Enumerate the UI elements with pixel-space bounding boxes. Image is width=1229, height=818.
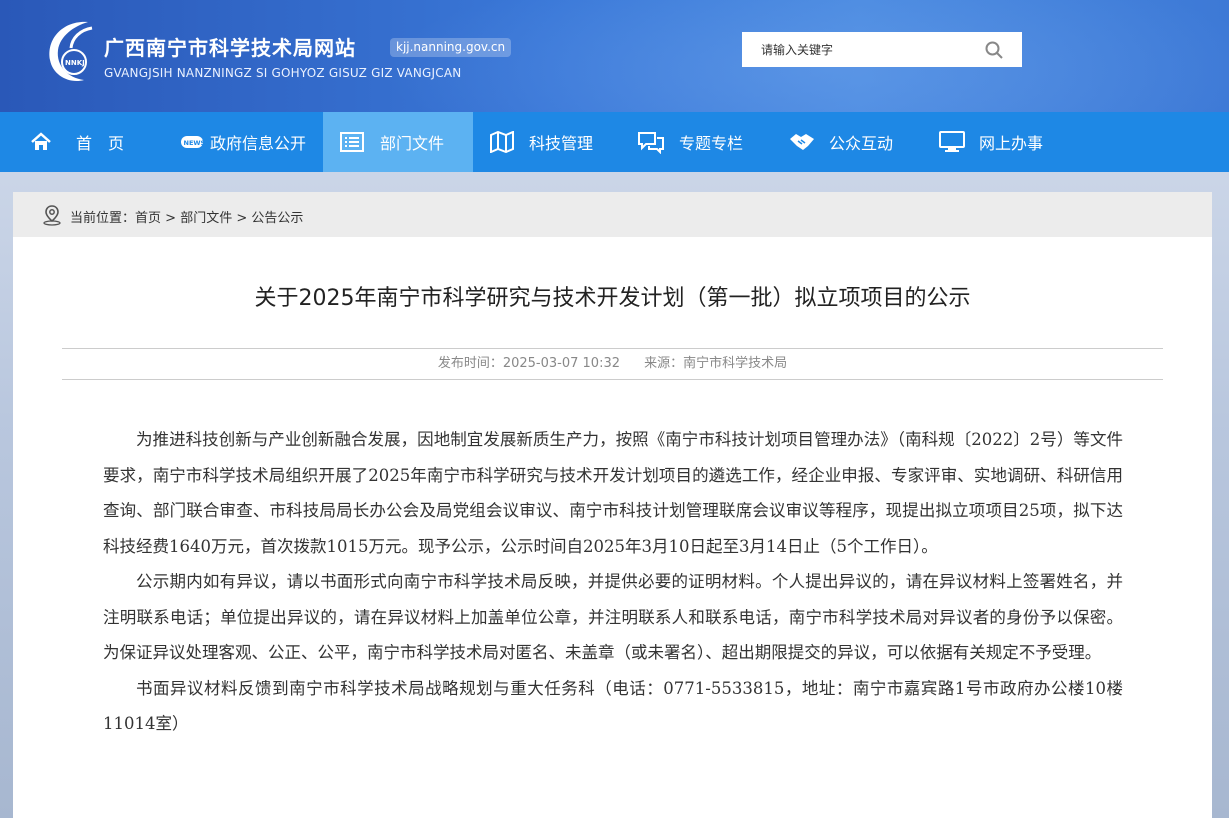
article-body: 为推进科技创新与产业创新融合发展，因地制宜发展新质生产力，按照《南宁市科技计划项…: [103, 422, 1123, 742]
nav-item-tech-management[interactable]: 科技管理: [489, 112, 619, 172]
logo-text: NNKJ: [65, 59, 85, 67]
search-icon[interactable]: [984, 40, 1004, 60]
home-icon: [31, 132, 51, 150]
article-paragraph: 为推进科技创新与产业创新融合发展，因地制宜发展新质生产力，按照《南宁市科技计划项…: [103, 430, 1123, 556]
nav-item-dept-docs[interactable]: 部门文件: [323, 112, 473, 172]
article-paragraph: 书面异议材料反馈到南宁市科学技术局战略规划与重大任务科（电话：0771-5533…: [103, 678, 1123, 734]
source-name: 南宁市科学技术局: [683, 356, 788, 371]
source-info: 来源：南宁市科学技术局: [644, 356, 787, 371]
site-header: NNKJ 广西南宁市科学技术局网站 kjj.nanning.gov.cn GVA…: [0, 0, 1229, 112]
nav-label-public-interaction: 公众互动: [829, 134, 894, 153]
publish-time: 2025-03-07 10:32: [502, 356, 620, 371]
article-meta: 发布时间：2025-03-07 10:32 来源：南宁市科学技术局: [62, 348, 1163, 380]
breadcrumb-link-dept-docs[interactable]: 部门文件: [180, 211, 232, 226]
site-logo[interactable]: NNKJ: [44, 18, 98, 84]
nav-item-home[interactable]: 首 页: [30, 112, 160, 172]
monitor-icon: [939, 131, 965, 152]
breadcrumb: 当前位置：首页 > 部门文件 > 公告公示: [13, 192, 1212, 237]
main-nav: 首 页 NEWS 政府信息公开 部门文件 科技管理 专题专栏 公众互动 网上办事: [0, 112, 1229, 172]
nav-item-public-interaction[interactable]: 公众互动: [789, 112, 919, 172]
breadcrumb-link-home[interactable]: 首页: [135, 211, 161, 226]
handshake-icon: [790, 134, 814, 150]
news-icon: NEWS: [181, 136, 205, 148]
site-subtitle: GVANGJSIH NANZNINGZ SI GOHYOZ GISUZ GIZ …: [104, 66, 462, 80]
location-pin-icon: [43, 205, 61, 226]
nav-label-home: 首 页: [76, 134, 125, 153]
publish-info: 发布时间：2025-03-07 10:32: [438, 356, 620, 371]
chat-icon: [638, 132, 664, 154]
nav-item-special-topics[interactable]: 专题专栏: [637, 112, 767, 172]
map-icon: [490, 131, 514, 153]
breadcrumb-separator: >: [161, 211, 181, 226]
nav-label-special-topics: 专题专栏: [679, 134, 744, 153]
article-title: 关于2025年南宁市科学研究与技术开发计划（第一批）拟立项项目的公示: [254, 286, 971, 311]
nav-label-online-services: 网上办事: [979, 134, 1044, 153]
breadcrumb-separator: >: [232, 211, 252, 226]
article-paragraph: 公示期内如有异议，请以书面形式向南宁市科学技术局反映，并提供必要的证明材料。个人…: [103, 572, 1123, 662]
search-box[interactable]: 请输入关键字: [742, 32, 1022, 67]
breadcrumb-trail: 当前位置：首页 > 部门文件 > 公告公示: [70, 207, 303, 226]
search-input[interactable]: 请输入关键字: [761, 41, 833, 58]
nav-label-dept-docs: 部门文件: [380, 134, 445, 153]
nav-item-gov-info[interactable]: NEWS 政府信息公开: [180, 112, 320, 172]
nav-label-gov-info: 政府信息公开: [210, 134, 307, 153]
domain-badge: kjj.nanning.gov.cn: [390, 38, 512, 57]
svg-text:NEWS: NEWS: [184, 139, 205, 147]
site-title: 广西南宁市科学技术局网站: [104, 36, 356, 60]
publish-label: 发布时间：: [437, 356, 503, 371]
breadcrumb-link-announcements[interactable]: 公告公示: [251, 211, 303, 226]
breadcrumb-prefix: 当前位置：: [70, 211, 136, 226]
article-card: 当前位置：首页 > 部门文件 > 公告公示 关于2025年南宁市科学研究与技术开…: [13, 192, 1212, 818]
document-list-icon: [340, 132, 364, 152]
nav-item-online-services[interactable]: 网上办事: [939, 112, 1069, 172]
nav-label-tech-management: 科技管理: [529, 134, 594, 153]
source-label: 来源：: [644, 356, 684, 371]
